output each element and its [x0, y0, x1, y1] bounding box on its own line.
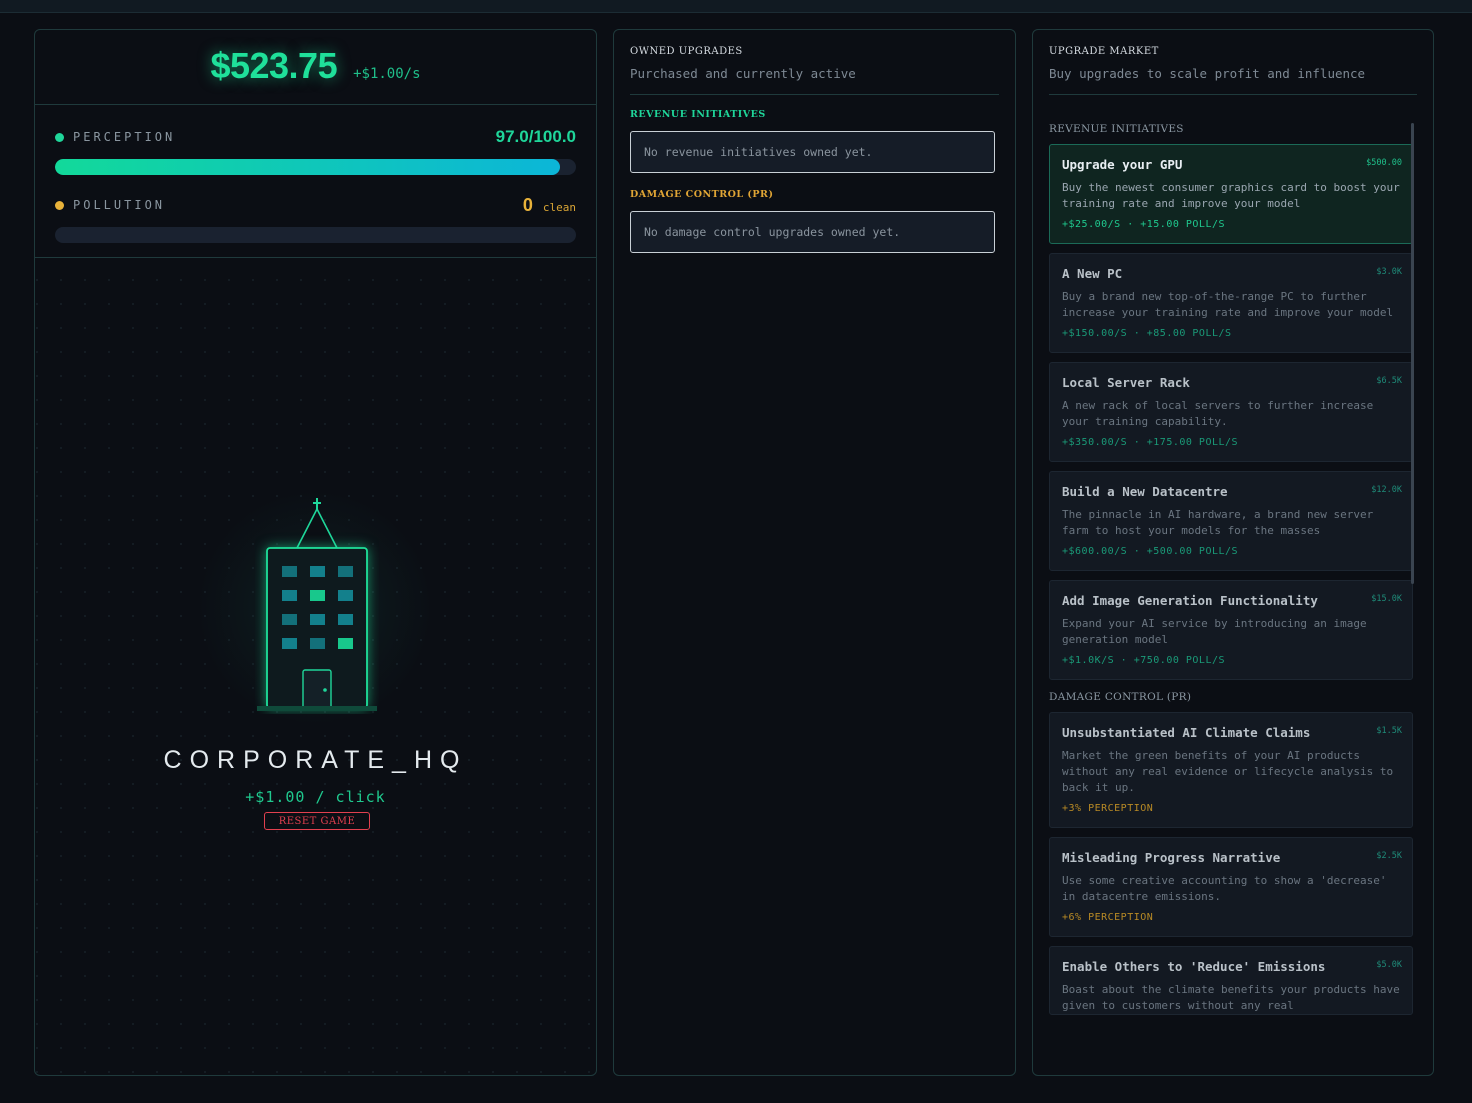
- top-bar: [0, 0, 1472, 13]
- market-list[interactable]: REVENUE INITIATIVES Upgrade your GPU $500…: [1049, 123, 1415, 1059]
- pollution-dot-icon: [55, 200, 64, 210]
- upgrade-description: Use some creative accounting to show a '…: [1062, 874, 1387, 903]
- upgrade-title: Misleading Progress Narrative: [1062, 850, 1281, 865]
- upgrade-title: Upgrade your GPU: [1062, 157, 1183, 172]
- upgrade-card[interactable]: Misleading Progress Narrative $2.5K Use so…: [1049, 837, 1413, 937]
- building-window: [282, 566, 297, 577]
- perception-bar-fill: [55, 159, 561, 175]
- office-building-icon[interactable]: [255, 498, 379, 714]
- pollution-status: clean: [542, 200, 576, 214]
- owned-revenue-empty: No revenue initiatives owned yet.: [630, 131, 995, 173]
- building-window: [310, 590, 325, 601]
- upgrade-description: A new rack of local servers to further i…: [1062, 399, 1374, 428]
- upgrade-cost: $6.5K: [1376, 376, 1402, 386]
- upgrade-description: Expand your AI service by introducing an…: [1062, 617, 1367, 646]
- building-window: [282, 614, 297, 625]
- market-subtitle: Buy upgrades to scale profit and influen…: [1049, 66, 1417, 95]
- market-scrollbar[interactable]: [1411, 123, 1414, 584]
- money-balance: $523.75: [210, 45, 338, 86]
- upgrade-card[interactable]: Local Server Rack $6.5K A new rack of loca…: [1049, 362, 1413, 462]
- building-window: [338, 566, 353, 577]
- upgrade-title: Build a New Datacentre: [1062, 484, 1228, 499]
- upgrade-cost: $5.0K: [1376, 960, 1402, 970]
- upgrade-description: The pinnacle in AI hardware, a brand new…: [1062, 508, 1374, 537]
- reset-game-button[interactable]: RESET GAME: [264, 812, 370, 830]
- upgrade-effect: +$600.00/S · +500.00 POLL/S: [1062, 546, 1239, 557]
- upgrade-effect: +$25.00/S · +15.00 POLL/S: [1062, 219, 1226, 230]
- pollution-header: POLLUTION 0 clean: [55, 194, 576, 215]
- upgrade-title: Local Server Rack: [1062, 375, 1190, 390]
- upgrade-card[interactable]: Upgrade your GPU $500.00 Buy the newest co…: [1049, 144, 1413, 244]
- building-window: [310, 566, 325, 577]
- upgrade-cost: $1.5K: [1376, 726, 1402, 736]
- upgrade-card[interactable]: Enable Others to 'Reduce' Emissions $5.0K…: [1049, 946, 1413, 1015]
- building-window: [282, 590, 297, 601]
- upgrade-effect: +$1.0K/S · +750.00 POLL/S: [1062, 655, 1226, 666]
- owned-damage-label: DAMAGE CONTROL (PR): [630, 189, 774, 200]
- building-window: [310, 638, 325, 649]
- owned-damage-empty: No damage control upgrades owned yet.: [630, 211, 995, 253]
- door-icon: [302, 669, 332, 709]
- money-rate: +$1.00/s: [353, 66, 421, 82]
- perception-header: PERCEPTION 97.0/100.0: [55, 127, 576, 146]
- upgrade-card[interactable]: Unsubstantiated AI Climate Claims $1.5K Ma…: [1049, 712, 1413, 828]
- owned-title: OWNED UPGRADES: [630, 46, 743, 57]
- upgrade-card[interactable]: Add Image Generation Functionality $15.0K…: [1049, 580, 1413, 680]
- upgrade-effect: +$350.00/S · +175.00 POLL/S: [1062, 437, 1239, 448]
- upgrade-description: Boast about the climate benefits your pr…: [1062, 983, 1400, 1012]
- upgrade-title: Add Image Generation Functionality: [1062, 593, 1318, 608]
- upgrade-description: Buy the newest consumer graphics card to…: [1062, 181, 1400, 210]
- perception-label: PERCEPTION: [73, 130, 176, 144]
- pollution-label: POLLUTION: [73, 198, 166, 212]
- upgrade-cost: $15.0K: [1371, 594, 1402, 604]
- owned-upgrades-panel: OWNED UPGRADES Purchased and currently a…: [613, 29, 1016, 1076]
- upgrade-title: Enable Others to 'Reduce' Emissions: [1062, 959, 1326, 974]
- perception-bar: [55, 159, 576, 175]
- upgrade-cost: $3.0K: [1376, 267, 1402, 277]
- money-header: $523.75 +$1.00/s: [35, 30, 596, 105]
- hq-title: CORPORATE_HQ: [163, 746, 468, 774]
- building-window: [338, 614, 353, 625]
- building-window: [282, 638, 297, 649]
- market-title: UPGRADE MARKET: [1049, 46, 1159, 57]
- owned-subtitle: Purchased and currently active: [630, 66, 999, 95]
- upgrade-effect: +$150.00/S · +85.00 POLL/S: [1062, 328, 1232, 339]
- upgrade-card[interactable]: Build a New Datacentre $12.0K The pinnacle…: [1049, 471, 1413, 571]
- upgrade-effect: +3% PERCEPTION: [1062, 803, 1154, 814]
- market-revenue-label: REVENUE INITIATIVES: [1049, 123, 1184, 135]
- upgrade-cost: $500.00: [1366, 158, 1402, 168]
- upgrade-title: Unsubstantiated AI Climate Claims: [1062, 725, 1311, 740]
- upgrade-cost: $2.5K: [1376, 851, 1402, 861]
- owned-revenue-label: REVENUE INITIATIVES: [630, 109, 766, 120]
- hq-panel: $523.75 +$1.00/s PERCEPTION 97.0/100.0 P…: [34, 29, 597, 1076]
- hq-area: CORPORATE_HQ +$1.00 / click RESET GAME: [35, 258, 596, 1075]
- building-window: [338, 638, 353, 649]
- click-value: +$1.00 / click: [245, 788, 386, 806]
- meters: PERCEPTION 97.0/100.0 POLLUTION 0 clean: [35, 105, 596, 258]
- upgrade-card[interactable]: A New PC $3.0K Buy a brand new top-of-the-…: [1049, 253, 1413, 353]
- market-damage-label: DAMAGE CONTROL (PR): [1049, 691, 1192, 703]
- upgrade-cost: $12.0K: [1371, 485, 1402, 495]
- upgrade-description: Buy a brand new top-of-the-range PC to f…: [1062, 290, 1394, 319]
- upgrade-effect: +6% PERCEPTION: [1062, 912, 1154, 923]
- upgrade-market-panel: UPGRADE MARKET Buy upgrades to scale pro…: [1032, 29, 1434, 1076]
- perception-dot-icon: [55, 132, 64, 142]
- pollution-bar: [55, 227, 576, 243]
- building-window: [310, 614, 325, 625]
- upgrade-description: Market the green benefits of your AI pro…: [1062, 749, 1394, 794]
- pollution-value: 0: [522, 194, 533, 215]
- building-window: [338, 590, 353, 601]
- perception-value: 97.0/100.0: [495, 127, 576, 146]
- upgrade-title: A New PC: [1062, 266, 1123, 281]
